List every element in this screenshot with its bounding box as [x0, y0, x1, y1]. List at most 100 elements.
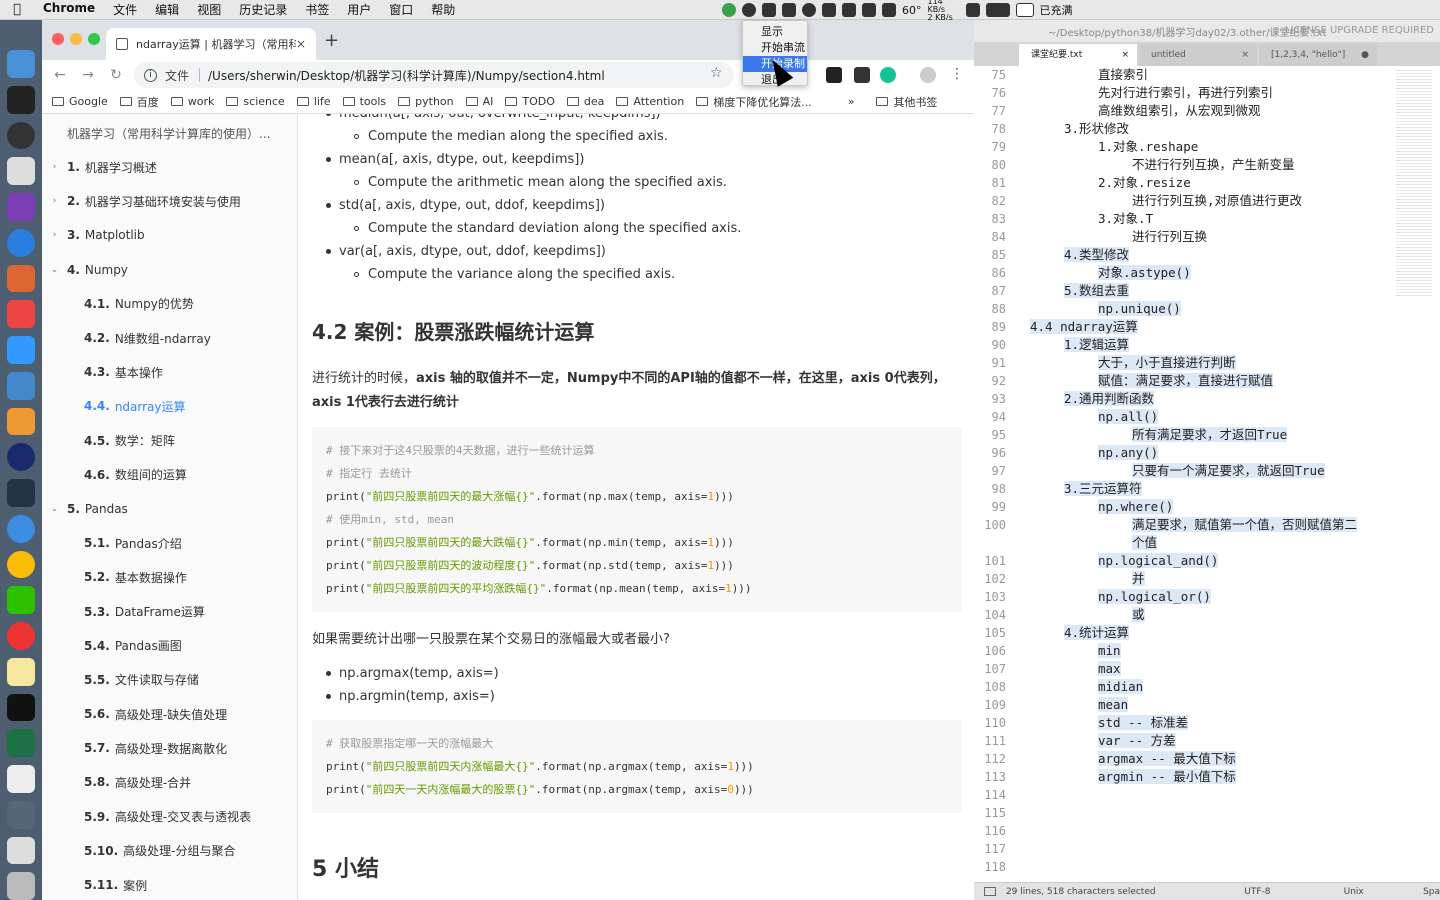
line-endings-indicator[interactable]: Unix [1344, 887, 1423, 897]
sidebar-item[interactable]: 5.1. Pandas介绍 [42, 526, 297, 560]
close-window-button[interactable] [52, 33, 64, 45]
browser-tab[interactable]: ndarray运算 | 机器学习（常用科 × [106, 28, 316, 60]
editor-line[interactable]: 87 5.数组去重 [974, 282, 1440, 300]
sidebar-item[interactable]: 4.5. 数学：矩阵 [42, 424, 297, 458]
menu-option[interactable]: 显示 [743, 24, 807, 40]
monitor-icon[interactable] [7, 479, 35, 507]
sidebar-item[interactable]: 5.9. 高级处理-交叉表与透视表 [42, 800, 297, 834]
editor-line[interactable]: 101 np.logical_and() [974, 552, 1440, 570]
tray-app-icon[interactable] [722, 3, 736, 17]
sidebar-item[interactable]: › 3. Matplotlib [42, 218, 297, 252]
menu-item[interactable]: 书签 [296, 1, 338, 18]
bookmark-item[interactable]: dea [566, 95, 604, 108]
extension-x-icon[interactable] [826, 67, 842, 83]
editor-line[interactable]: 83 3.对象.T [974, 210, 1440, 228]
bookmark-item[interactable]: Google [52, 95, 108, 108]
editor-line[interactable]: 109 mean [974, 696, 1440, 714]
editor-line[interactable]: 105 4.统计运算 [974, 624, 1440, 642]
excel-icon[interactable] [7, 729, 35, 757]
sidebar-item[interactable]: ⌄ 5. Pandas [42, 492, 297, 526]
editor-line[interactable]: 115 [974, 804, 1440, 822]
app-window-icon[interactable] [7, 371, 35, 400]
bookmark-item[interactable]: AI [465, 95, 493, 108]
sidebar-item[interactable]: 4.1. Numpy的优势 [42, 287, 297, 321]
editor-line[interactable]: 114 [974, 786, 1440, 804]
sidebar-item[interactable]: 4.3. 基本操作 [42, 355, 297, 389]
editor-line[interactable]: 78 3.形状修改 [974, 120, 1440, 138]
editor-line[interactable]: 80 不进行行列互换，产生新变量 [974, 156, 1440, 174]
document-icon[interactable] [7, 765, 35, 793]
tray-app2-icon[interactable] [782, 3, 796, 17]
tray-circle-icon[interactable] [802, 3, 816, 17]
bookmark-item[interactable]: work [170, 95, 214, 108]
netease-music-icon[interactable] [7, 622, 35, 650]
zoom-window-button[interactable] [88, 33, 100, 45]
editor-line[interactable]: 113 argmin -- 最小值下标 [974, 768, 1440, 786]
grammarly-icon[interactable] [880, 67, 896, 83]
pycharm-icon[interactable] [7, 693, 35, 722]
sidebar-item[interactable]: 5.10. 高级处理-分组与聚合 [42, 834, 297, 868]
editor-text-area[interactable]: 75 直接索引 76 先对行进行索引，再进行列索引 77 高维数组索引，从宏观到微观 78 3… [974, 66, 1440, 884]
sublime-icon[interactable] [7, 407, 35, 436]
sidebar-item[interactable]: › 1. 机器学习概述 [42, 150, 297, 184]
editor-line[interactable]: 个值 [974, 534, 1440, 552]
close-tab-icon[interactable]: × [1121, 44, 1129, 66]
apple-icon[interactable]:  [0, 2, 34, 17]
editor-line[interactable]: 108 midian [974, 678, 1440, 696]
menu-option[interactable]: 开始串流 [743, 40, 807, 56]
app-edit-icon[interactable] [7, 336, 35, 364]
tray-temperature[interactable]: 60° [902, 4, 922, 17]
editor-line[interactable]: 75 直接索引 [974, 66, 1440, 84]
bookmark-item[interactable]: Attention [616, 95, 684, 108]
syntax-indicator[interactable]: Spa [1423, 887, 1440, 897]
sidebar-item[interactable]: 5.3. DataFrame运算 [42, 594, 297, 628]
editor-line[interactable]: 100 满足要求，赋值第一个值，否则赋值第二 [974, 516, 1440, 534]
editor-line[interactable]: 106 min [974, 642, 1440, 660]
close-tab-icon[interactable]: × [296, 37, 306, 51]
forward-icon[interactable]: → [74, 67, 102, 83]
editor-line[interactable]: 79 1.对象.reshape [974, 138, 1440, 156]
editor-line[interactable]: 110 std -- 标准差 [974, 714, 1440, 732]
chevron-icon[interactable]: › [42, 162, 67, 172]
menu-item[interactable]: 历史记录 [230, 1, 296, 18]
menu-item[interactable]: 文件 [104, 1, 146, 18]
sidebar-item[interactable]: 5.8. 高级处理-合并 [42, 765, 297, 799]
bookmark-star-icon[interactable]: ☆ [710, 65, 723, 81]
tray-monitor-icon[interactable] [882, 3, 896, 17]
editor-line[interactable]: 111 var -- 方差 [974, 732, 1440, 750]
sidebar-item[interactable]: ⌄ 4. Numpy [42, 253, 297, 287]
editor-tab[interactable]: [1,2,3,4, "hello"] ● [1259, 44, 1377, 66]
bookmark-item[interactable]: 百度 [119, 94, 159, 110]
menu-kebab-icon[interactable]: ⋮ [950, 66, 964, 82]
tray-grid-icon[interactable] [842, 3, 856, 17]
editor-line[interactable]: 96 np.any() [974, 444, 1440, 462]
app-blue-icon[interactable] [7, 228, 35, 257]
minimap[interactable] [1396, 68, 1432, 298]
file-icon[interactable] [7, 836, 35, 865]
tray-phone-icon[interactable] [965, 3, 980, 17]
close-tab-icon[interactable]: ● [1361, 44, 1369, 66]
editor-line[interactable]: 91 大于，小于直接进行判断 [974, 354, 1440, 372]
editor-line[interactable]: 90 1.逻辑运算 [974, 336, 1440, 354]
editor-line[interactable]: 85 4.类型修改 [974, 246, 1440, 264]
editor-line[interactable]: 97 只要有一个满足要求，就返回True [974, 462, 1440, 480]
bookmark-item[interactable]: 梯度下降优化算法... [696, 94, 812, 110]
other-bookmarks[interactable]: 其他书签 [876, 94, 937, 110]
bookmark-item[interactable]: TODO [505, 95, 555, 108]
chevron-icon[interactable]: ⌄ [42, 504, 67, 514]
editor-line[interactable]: 118 [974, 858, 1440, 876]
chrome-icon[interactable] [7, 550, 35, 579]
chevron-icon[interactable]: ⌄ [42, 265, 67, 275]
bookmark-item[interactable]: python [398, 95, 454, 108]
app-g-icon[interactable] [7, 300, 35, 328]
sidebar-item[interactable]: 5.11. 案例 [42, 868, 297, 900]
bookmark-item[interactable]: science [226, 95, 285, 108]
sidebar-item[interactable]: 4.4. ndarray运算 [42, 389, 297, 423]
menu-item[interactable]: 用户 [338, 1, 380, 18]
safari-icon[interactable] [7, 514, 35, 543]
editor-line[interactable]: 76 先对行进行索引，再进行列索引 [974, 84, 1440, 102]
trash-icon[interactable] [7, 872, 35, 900]
menu-item[interactable]: Chrome [34, 1, 104, 18]
editor-line[interactable]: 92 赋值：满足要求，直接进行赋值 [974, 372, 1440, 390]
editor-line[interactable]: 77 高维数组索引，从宏观到微观 [974, 102, 1440, 120]
